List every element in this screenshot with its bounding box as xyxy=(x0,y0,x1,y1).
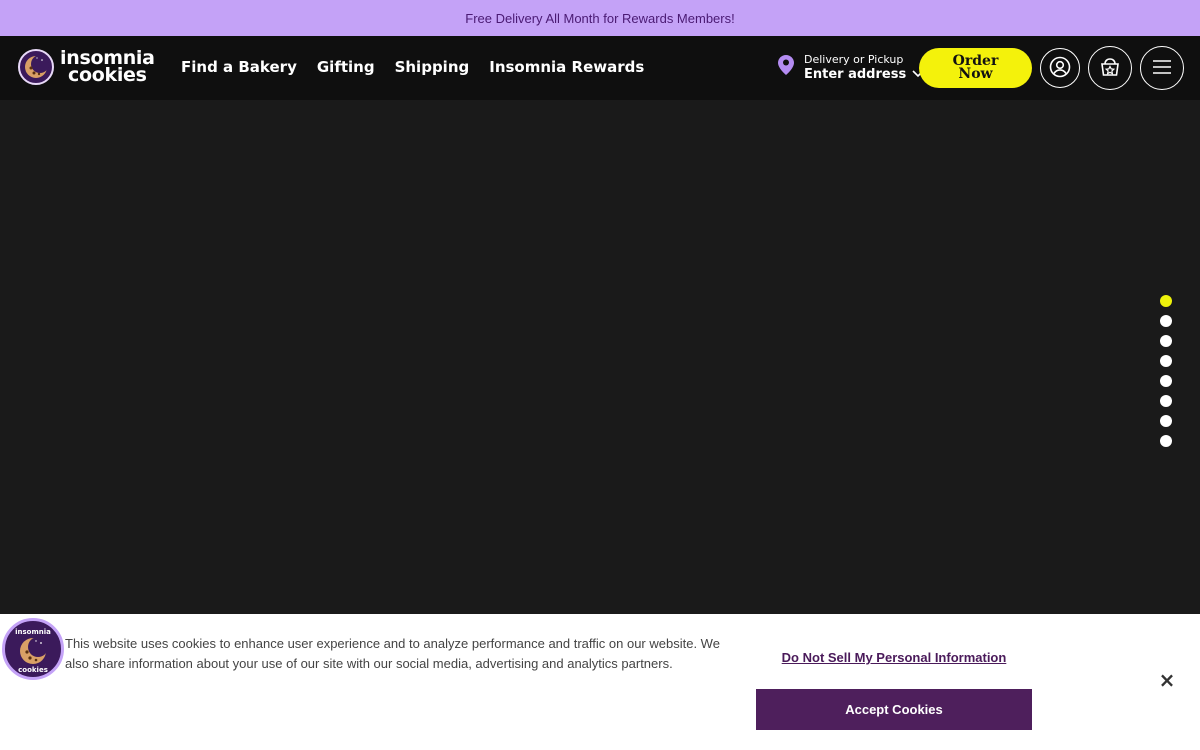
carousel-pagination xyxy=(1160,295,1172,447)
cookie-box-icon xyxy=(1099,56,1121,81)
location-pin-icon xyxy=(778,55,794,79)
cookie-moon-icon xyxy=(18,49,54,85)
order-now-button[interactable]: Order Now xyxy=(919,48,1032,88)
carousel-dot-4[interactable] xyxy=(1160,355,1172,367)
close-icon[interactable]: × xyxy=(1157,668,1177,692)
delivery-selector[interactable]: Delivery or Pickup Enter address xyxy=(778,52,924,82)
delivery-sub-label: Delivery or Pickup xyxy=(804,53,904,66)
promo-banner: Free Delivery All Month for Rewards Memb… xyxy=(0,0,1200,36)
nav-find-a-bakery[interactable]: Find a Bakery xyxy=(181,58,297,76)
cart-button[interactable] xyxy=(1088,46,1132,90)
account-button[interactable] xyxy=(1040,48,1080,88)
nav-insomnia-rewards[interactable]: Insomnia Rewards xyxy=(489,58,644,76)
promo-text: Free Delivery All Month for Rewards Memb… xyxy=(465,10,735,26)
carousel-dot-7[interactable] xyxy=(1160,415,1172,427)
do-not-sell-link[interactable]: Do Not Sell My Personal Information xyxy=(756,650,1032,665)
hamburger-icon xyxy=(1152,59,1172,78)
carousel-dot-5[interactable] xyxy=(1160,375,1172,387)
insomnia-cookies-logo: insomnia cookies xyxy=(2,618,64,680)
cb-logo-line2: cookies xyxy=(18,666,48,674)
accept-cookies-button[interactable]: Accept Cookies xyxy=(756,689,1032,730)
menu-button[interactable] xyxy=(1140,46,1184,90)
order-now-line2: Now xyxy=(958,66,993,82)
carousel-dot-1[interactable] xyxy=(1160,295,1172,307)
nav-gifting[interactable]: Gifting xyxy=(317,58,375,76)
cookie-consent-banner: insomnia cookies This website uses cooki… xyxy=(0,614,1200,750)
carousel-dot-8[interactable] xyxy=(1160,435,1172,447)
cb-logo-line1: insomnia xyxy=(15,628,51,636)
user-icon xyxy=(1049,56,1071,81)
carousel-dot-3[interactable] xyxy=(1160,335,1172,347)
carousel-dot-6[interactable] xyxy=(1160,395,1172,407)
logo-line2: cookies xyxy=(68,64,147,86)
site-logo[interactable]: insomnia cookies xyxy=(18,49,155,85)
main-nav: Find a Bakery Gifting Shipping Insomnia … xyxy=(181,58,644,76)
logo-wordmark: insomnia cookies xyxy=(60,49,155,86)
enter-address-label: Enter address xyxy=(804,67,907,82)
carousel-dot-2[interactable] xyxy=(1160,315,1172,327)
nav-shipping[interactable]: Shipping xyxy=(395,58,470,76)
cookie-notice-text: This website uses cookies to enhance use… xyxy=(65,636,720,671)
site-header: insomnia cookies Find a Bakery Gifting S… xyxy=(0,36,1200,100)
